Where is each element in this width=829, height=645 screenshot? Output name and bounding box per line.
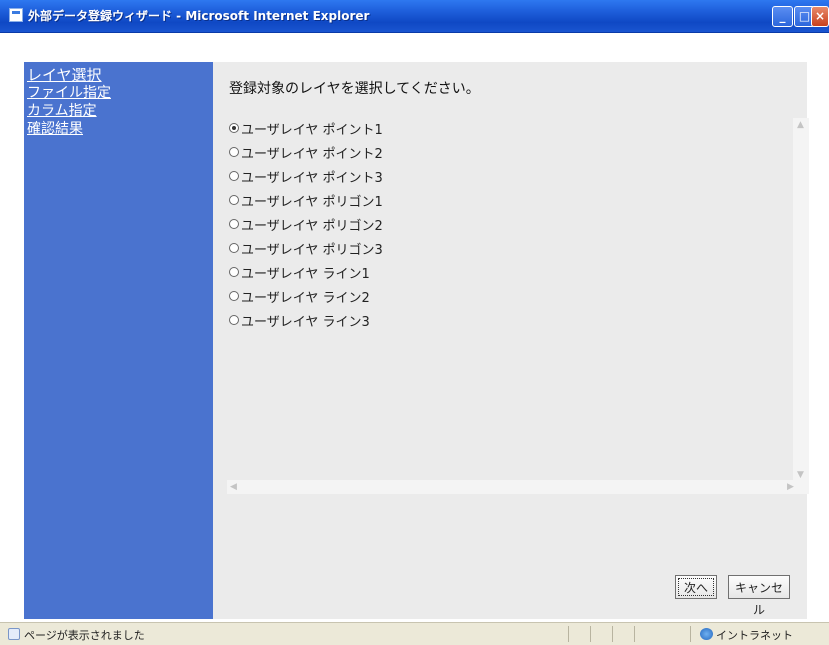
layer-option-line2[interactable]: ユーザレイヤ ライン2 [229,286,370,306]
window-title: 外部データ登録ウィザード - Microsoft Internet Explor… [28,9,370,23]
sidebar-item-file-specify[interactable]: ファイル指定 [27,82,111,102]
option-label: ユーザレイヤ ポイント3 [241,170,383,186]
wizard-main-panel: 登録対象のレイヤを選択してください。 ユーザレイヤ ポイント1 ユーザレイヤ ポ… [213,62,809,619]
radio-line1[interactable] [229,267,239,277]
radio-polygon2[interactable] [229,219,239,229]
status-divider [690,626,691,642]
layer-option-list: ユーザレイヤ ポイント1 ユーザレイヤ ポイント2 ユーザレイヤ ポイント3 ユ… [227,118,809,494]
ie-page-icon [9,8,23,22]
option-label: ユーザレイヤ ポリゴン2 [241,218,383,234]
scroll-up-arrow-icon[interactable]: ▲ [797,120,804,130]
radio-polygon1[interactable] [229,195,239,205]
radio-point2[interactable] [229,147,239,157]
cancel-button[interactable]: キャンセル [728,575,790,617]
layer-option-polygon2[interactable]: ユーザレイヤ ポリゴン2 [229,214,383,234]
next-button[interactable]: 次へ [675,575,717,599]
option-label: ユーザレイヤ ライン2 [241,290,370,306]
layer-option-point1[interactable]: ユーザレイヤ ポイント1 [229,118,383,138]
option-label: ユーザレイヤ ライン3 [241,314,370,330]
page-done-icon [8,628,20,640]
page-content: レイヤ選択 ファイル指定 カラム指定 確認結果 登録対象のレイヤを選択してくださ… [0,33,829,623]
layer-option-line3[interactable]: ユーザレイヤ ライン3 [229,310,370,330]
option-label: ユーザレイヤ ライン1 [241,266,370,282]
status-bar: ページが表示されました イントラネット [0,622,829,645]
layer-option-polygon1[interactable]: ユーザレイヤ ポリゴン1 [229,190,383,210]
radio-line2[interactable] [229,291,239,301]
wizard-step-sidebar: レイヤ選択 ファイル指定 カラム指定 確認結果 [24,62,213,619]
minimize-button[interactable]: _ [772,6,793,27]
radio-point1[interactable] [229,123,239,133]
option-label: ユーザレイヤ ポイント1 [241,122,383,138]
vertical-scrollbar[interactable]: ▲ ▼ [793,118,809,482]
radio-point3[interactable] [229,171,239,181]
intranet-zone-icon [700,628,713,640]
scroll-down-arrow-icon[interactable]: ▼ [797,470,804,480]
layer-option-line1[interactable]: ユーザレイヤ ライン1 [229,262,370,282]
status-divider [612,626,613,642]
option-label: ユーザレイヤ ポイント2 [241,146,383,162]
close-button[interactable]: × [811,6,829,27]
option-label: ユーザレイヤ ポリゴン3 [241,242,383,258]
title-bar[interactable]: 外部データ登録ウィザード - Microsoft Internet Explor… [0,0,829,33]
horizontal-scrollbar[interactable]: ◀ ▶ [227,480,809,494]
radio-line3[interactable] [229,315,239,325]
status-divider [568,626,569,642]
security-zone-label: イントラネット [716,629,793,642]
sidebar-item-column-specify[interactable]: カラム指定 [27,100,97,120]
status-text: ページが表示されました [24,629,145,642]
scroll-left-arrow-icon[interactable]: ◀ [230,482,237,492]
sidebar-item-confirm-result[interactable]: 確認結果 [27,118,83,138]
scroll-right-arrow-icon[interactable]: ▶ [787,482,794,492]
layer-option-polygon3[interactable]: ユーザレイヤ ポリゴン3 [229,238,383,258]
layer-option-point2[interactable]: ユーザレイヤ ポイント2 [229,142,383,162]
layer-option-point3[interactable]: ユーザレイヤ ポイント3 [229,166,383,186]
status-divider [634,626,635,642]
radio-polygon3[interactable] [229,243,239,253]
status-divider [590,626,591,642]
option-label: ユーザレイヤ ポリゴン1 [241,194,383,210]
instruction-text: 登録対象のレイヤを選択してください。 [229,81,480,97]
